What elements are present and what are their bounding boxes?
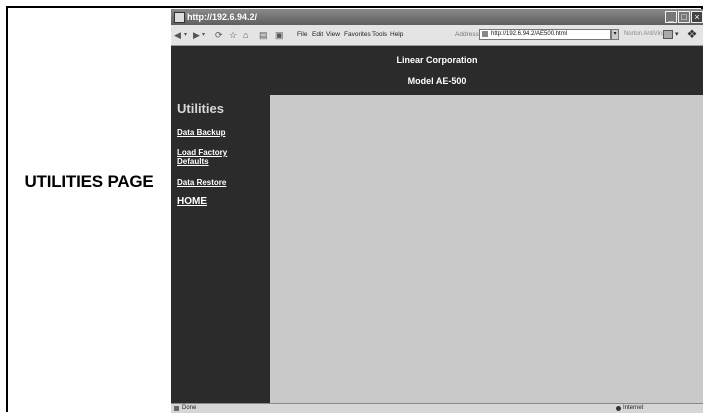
load-factory-line1: Load Factory [177, 148, 228, 157]
main-pane [270, 95, 703, 403]
forward-icon[interactable]: ▶ [193, 30, 200, 40]
sidebar-title: Utilities [177, 101, 224, 116]
address-label: Address [455, 31, 479, 38]
address-page-icon [482, 31, 488, 37]
norton-dropdown-icon[interactable]: ▾ [675, 30, 679, 38]
back-icon[interactable]: ◀ [174, 30, 181, 40]
menu-help[interactable]: Help [390, 31, 403, 38]
windows-logo-icon: ❖ [686, 27, 698, 41]
forward-dropdown-icon[interactable]: ▾ [202, 30, 205, 40]
address-dropdown-button[interactable]: ▾ [611, 29, 619, 40]
menu-edit[interactable]: Edit [312, 31, 323, 38]
load-factory-line2: Defaults [177, 157, 209, 166]
address-bar[interactable]: http://192.6.94.2/AE500.html [479, 29, 611, 40]
norton-label: Norton AntiVirus [624, 31, 668, 37]
favorites-star-icon[interactable]: ☆ [229, 30, 237, 40]
menu-tools[interactable]: Tools [372, 31, 387, 38]
refresh-icon[interactable]: ⟳ [215, 30, 223, 40]
print-icon[interactable]: ▤ [259, 30, 268, 40]
load-factory-defaults-link[interactable]: Load Factory Defaults [177, 148, 227, 166]
page-menu-icon[interactable]: ▣ [275, 30, 284, 40]
figure-caption: UTILITIES PAGE [24, 172, 154, 191]
maximize-button[interactable]: □ [678, 11, 690, 23]
status-page-icon [174, 406, 179, 411]
browser-window: http://192.6.94.2/ _ □ × ◀ ▾ ▶ ▾ ⟳ ☆ ⌂ ▤… [171, 9, 703, 413]
title-bar: http://192.6.94.2/ _ □ × [171, 9, 703, 25]
menu-view[interactable]: View [326, 31, 340, 38]
model-name: Model AE-500 [407, 76, 467, 86]
menu-favorites[interactable]: Favorites [344, 31, 371, 38]
home-icon[interactable]: ⌂ [243, 30, 248, 40]
data-backup-link[interactable]: Data Backup [177, 128, 225, 137]
page-header: Linear Corporation Model AE-500 [171, 46, 703, 95]
internet-zone-icon [616, 406, 621, 411]
page-icon [174, 12, 185, 23]
company-name: Linear Corporation [396, 55, 478, 65]
page-content: Linear Corporation Model AE-500 Utilitie… [171, 46, 703, 403]
back-dropdown-icon[interactable]: ▾ [184, 30, 187, 40]
close-button[interactable]: × [691, 11, 703, 23]
browser-toolbar: ◀ ▾ ▶ ▾ ⟳ ☆ ⌂ ▤ ▣ File Edit View Favorit… [171, 25, 703, 46]
norton-icon[interactable] [663, 30, 673, 39]
menu-file[interactable]: File [297, 31, 307, 38]
home-link[interactable]: HOME [177, 196, 207, 207]
minimize-button[interactable]: _ [665, 11, 677, 23]
data-restore-link[interactable]: Data Restore [177, 178, 226, 187]
address-url: http://192.6.94.2/AE500.html [491, 31, 568, 37]
sidebar: Utilities Data Backup Load Factory Defau… [171, 95, 270, 403]
window-title: http://192.6.94.2/ [187, 12, 258, 22]
